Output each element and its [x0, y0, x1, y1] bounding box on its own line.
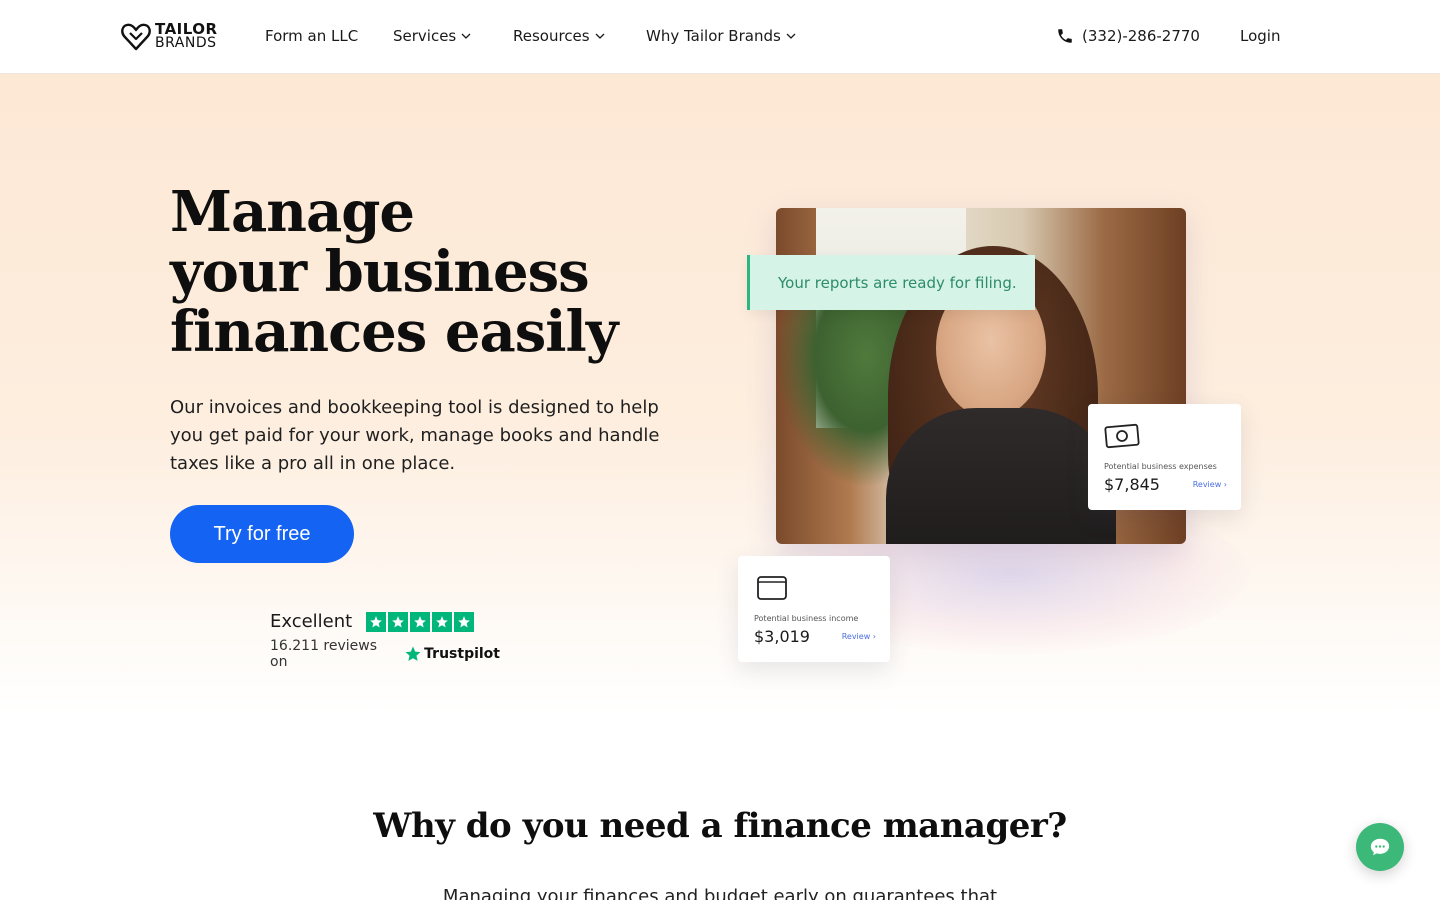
try-for-free-button[interactable]: Try for free [170, 505, 354, 563]
tailor-brands-logo[interactable]: TAILOR BRANDS [121, 20, 218, 52]
trustpilot-rating-label: Excellent [270, 611, 353, 632]
trustpilot-star-icon [405, 646, 421, 661]
reports-ready-notice: Your reports are ready for filing. [747, 255, 1035, 310]
star-icon [366, 611, 387, 632]
trustpilot-reviews-count: 16.211 reviews on [270, 638, 378, 670]
income-review-link[interactable]: Review › [842, 632, 876, 641]
expenses-review-link[interactable]: Review › [1193, 480, 1227, 489]
star-icon [410, 611, 431, 632]
expenses-value: $7,845 [1104, 475, 1160, 494]
expenses-card: Potential business expenses $7,845 Revie… [1088, 404, 1241, 510]
income-card: Potential business income $3,019 Review … [738, 556, 890, 662]
trustpilot-stars [366, 611, 475, 632]
phone-link[interactable]: (332)-286-2770 [1056, 27, 1200, 45]
money-bill-icon [1104, 423, 1140, 449]
section-title: Why do you need a finance manager? [373, 806, 1067, 846]
chevron-down-icon [595, 33, 605, 39]
chevron-down-icon [461, 33, 471, 39]
chat-button[interactable] [1356, 823, 1404, 871]
nav-services[interactable]: Services [393, 27, 472, 45]
chevron-down-icon [786, 33, 796, 39]
trustpilot-widget[interactable]: Excellent 16.211 reviews on Trustpilot [270, 611, 500, 670]
hero-title: Manage your business finances easily [170, 179, 618, 365]
logo-line2: BRANDS [155, 35, 217, 51]
chat-bubble-icon [1370, 838, 1390, 856]
logo-heart-icon [121, 23, 151, 51]
nav-why-tailor-brands[interactable]: Why Tailor Brands [646, 27, 797, 45]
login-link[interactable]: Login [1240, 27, 1280, 45]
wallet-icon [757, 576, 787, 600]
star-icon [454, 611, 475, 632]
nav-resources[interactable]: Resources [513, 27, 606, 45]
hero-section: Manage your business finances easily Our… [0, 74, 1440, 714]
logo-line1: TAILOR [155, 20, 218, 38]
phone-icon [1058, 29, 1072, 43]
nav-form-llc[interactable]: Form an LLC [265, 27, 358, 45]
income-value: $3,019 [754, 627, 810, 646]
trustpilot-logo: Trustpilot [404, 645, 500, 663]
section-text: Managing your finances and budget early … [442, 886, 998, 900]
star-icon [432, 611, 453, 632]
star-icon [388, 611, 409, 632]
hero-subtitle: Our invoices and bookkeeping tool is des… [170, 397, 660, 474]
phone-number: (332)-286-2770 [1082, 27, 1200, 45]
site-header: TAILOR BRANDS Form an LLC Services Resou… [0, 0, 1440, 74]
